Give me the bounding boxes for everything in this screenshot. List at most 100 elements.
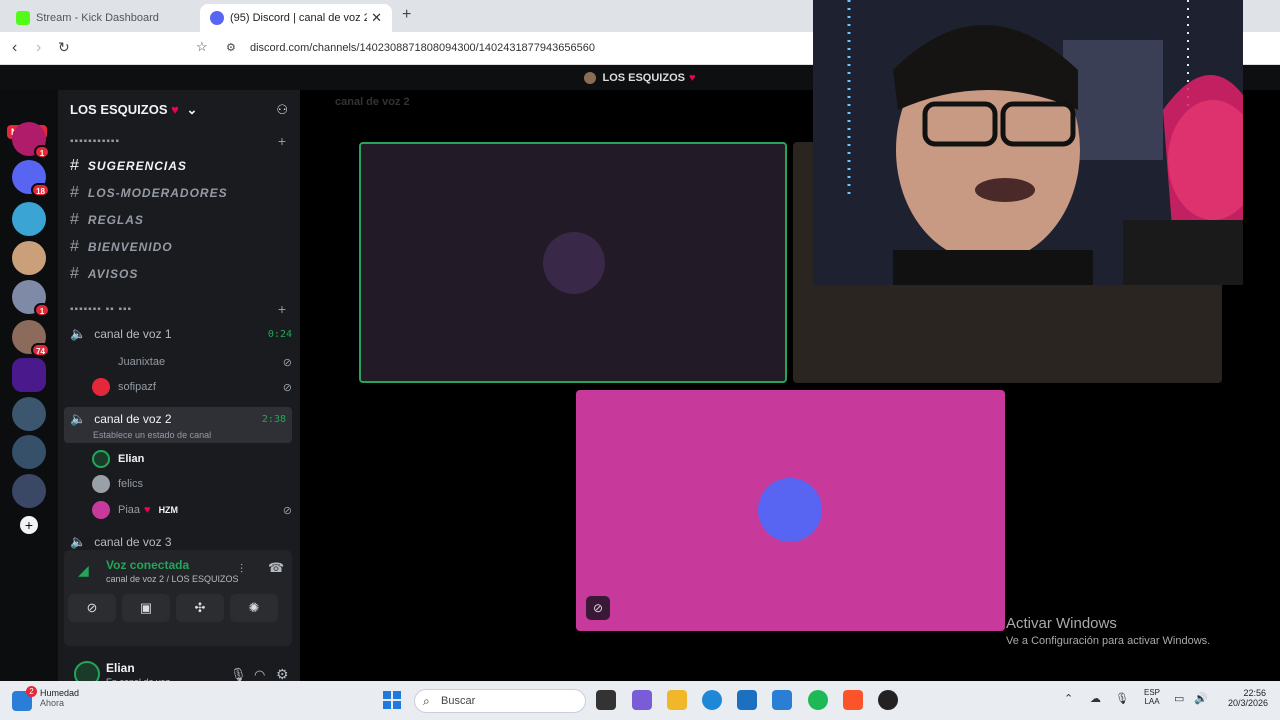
add-server-icon[interactable]: + — [20, 516, 38, 534]
guild-icon[interactable]: 1 — [12, 122, 50, 159]
spotify-icon[interactable] — [808, 690, 828, 710]
hash-icon: # — [70, 265, 80, 282]
close-tab-icon[interactable]: ✕ — [371, 10, 382, 26]
task-view-icon[interactable] — [596, 690, 616, 710]
voice-user[interactable]: sofipazf ⊘ — [92, 378, 292, 396]
webcam-image — [813, 0, 1243, 285]
voice-channel-3[interactable]: 🔈 canal de voz 3 — [70, 534, 292, 550]
voice-connected-label[interactable]: Voz conectada — [106, 558, 189, 572]
add-channel-icon[interactable]: + — [278, 301, 286, 317]
forward-button[interactable]: › — [36, 39, 41, 57]
screen-share-button[interactable]: ▣ — [122, 594, 170, 622]
hash-icon: # — [70, 211, 80, 228]
disconnect-icon[interactable]: ☎ — [268, 560, 284, 576]
app-icon[interactable] — [632, 690, 652, 710]
reload-button[interactable]: ↻ — [58, 39, 70, 56]
channel-status[interactable]: Establece un estado de canal — [93, 430, 211, 440]
muted-icon: ⊘ — [282, 504, 292, 517]
guild-icon[interactable] — [12, 435, 46, 469]
guild-badge: 1 — [34, 145, 50, 159]
voice-user[interactable]: felics — [92, 475, 292, 493]
voice-channel-1[interactable]: 🔈 canal de voz 1 0:24 — [70, 326, 292, 342]
tab-kick[interactable]: Stream - Kick Dashboard — [6, 4, 196, 32]
windows-start-icon[interactable] — [382, 690, 402, 710]
channel-sugerencias[interactable]: # SUGERENCIAS — [70, 157, 187, 175]
voice-timer: 0:24 — [267, 328, 292, 340]
channel-reglas[interactable]: # REGLAS — [70, 211, 144, 229]
voice-user[interactable]: Piaa ♥ HZM ⊘ — [92, 501, 292, 519]
outlook-icon[interactable] — [772, 690, 792, 710]
microphone-tray-icon[interactable]: 🎙 — [1115, 692, 1129, 705]
guild-badge: 74 — [31, 343, 50, 357]
activate-windows-subtitle: Ve a Configuración para activar Windows. — [1006, 635, 1211, 647]
server-name[interactable]: LOS ESQUIZOS ♥ ⌄ — [70, 102, 197, 118]
activities-button[interactable]: ✣ — [176, 594, 224, 622]
guild-badge: 18 — [31, 183, 50, 197]
voice-channel-2[interactable]: 🔈 canal de voz 2 2:38 Establece un estad… — [64, 407, 292, 443]
guild-icon[interactable] — [12, 397, 46, 431]
channel-label: REGLAS — [87, 213, 144, 227]
weather-widget[interactable]: Humedad Ahora — [40, 688, 79, 708]
avatar — [92, 501, 110, 519]
channel-moderadores[interactable]: # LOS-MODERADORES — [70, 184, 228, 202]
avatar — [92, 450, 110, 468]
chevron-up-icon[interactable]: ⌃ — [1064, 692, 1073, 705]
soundboard-button[interactable]: ✺ — [230, 594, 278, 622]
channel-avisos[interactable]: # AVISOS — [70, 265, 138, 283]
noise-suppression-icon[interactable]: ⫶ — [240, 562, 243, 577]
category-header[interactable]: ▪▪▪▪▪▪▪▪▪▪▪ — [70, 136, 120, 147]
activate-windows-title: Activar Windows — [1006, 615, 1117, 632]
participant-tile[interactable]: ⊘ — [576, 390, 1005, 631]
channel-bienvenido[interactable]: # BIENVENIDO — [70, 238, 173, 256]
speaker-icon: 🔈 — [70, 411, 87, 426]
server-emoji-icon: ♥ — [171, 102, 179, 117]
channel-label: canal de voz 3 — [94, 535, 172, 549]
top-title: LOS ESQUIZOS — [602, 71, 685, 84]
participant-tile[interactable] — [359, 142, 787, 383]
user-label: sofipazf — [118, 381, 156, 393]
file-explorer-icon[interactable] — [667, 690, 687, 710]
channel-sidebar: LOS ESQUIZOS ♥ ⌄ ⚇ ▪▪▪▪▪▪▪▪▪▪▪ + # SUGERE… — [58, 90, 300, 687]
search-placeholder: Buscar — [441, 695, 476, 707]
network-icon[interactable]: ▭ — [1174, 692, 1184, 705]
tab-discord[interactable]: (95) Discord | canal de voz 2 | ✕ — [200, 4, 392, 32]
bookmark-icon[interactable]: ☆ — [196, 39, 208, 55]
camera-off-button[interactable]: ⊘ — [68, 594, 116, 622]
avatar — [92, 475, 110, 493]
avatar — [543, 232, 605, 294]
taskbar-search[interactable]: ⌕ Buscar — [414, 689, 586, 713]
voice-connected-sub[interactable]: canal de voz 2 / LOS ESQUIZOS — [106, 574, 239, 584]
url-field[interactable]: discord.com/channels/1402308871808094300… — [250, 42, 595, 54]
store-icon[interactable] — [737, 690, 757, 710]
guild-icon[interactable] — [12, 202, 46, 236]
discord-icon — [210, 11, 224, 25]
volume-icon[interactable]: 🔊 — [1194, 692, 1208, 705]
site-info-icon[interactable]: ⚙ — [226, 41, 236, 54]
speaker-icon: 🔈 — [70, 534, 87, 549]
guild-icon[interactable] — [12, 474, 46, 508]
edge-icon[interactable] — [702, 690, 722, 710]
guild-icon[interactable]: 74 — [12, 320, 50, 357]
voice-connection-panel: ◢ Voz conectada canal de voz 2 / LOS ESQ… — [64, 550, 292, 646]
guild-icon[interactable] — [12, 358, 46, 392]
language-indicator[interactable]: ESP LAA — [1140, 688, 1164, 706]
speaker-icon: 🔈 — [70, 326, 87, 341]
obs-icon[interactable] — [878, 690, 898, 710]
add-channel-icon[interactable]: + — [278, 133, 286, 149]
voice-channel-row: 🔈 canal de voz 2 2:38 — [70, 411, 286, 427]
brave-icon[interactable] — [843, 690, 863, 710]
invite-icon[interactable]: ⚇ — [276, 102, 288, 118]
guild-icon[interactable]: 18 — [12, 160, 50, 197]
guild-icon[interactable]: 1 — [12, 280, 50, 317]
voice-user[interactable]: Elian — [92, 450, 292, 468]
user-name[interactable]: Elian — [106, 661, 135, 675]
voice-user[interactable]: Juanixtae ⊘ — [92, 353, 292, 371]
back-button[interactable]: ‹ — [12, 39, 17, 57]
server-emoji-icon: ♥ — [688, 71, 696, 84]
tray-icon[interactable]: ☁ — [1090, 692, 1101, 705]
category-header[interactable]: ▪▪▪▪▪▪▪ ▪▪ ▪▪▪ — [70, 304, 132, 315]
new-tab-button[interactable]: + — [402, 6, 411, 24]
guild-icon[interactable] — [12, 241, 46, 275]
clock[interactable]: 22:56 20/3/2026 — [1228, 688, 1268, 708]
hash-icon: # — [70, 157, 80, 174]
